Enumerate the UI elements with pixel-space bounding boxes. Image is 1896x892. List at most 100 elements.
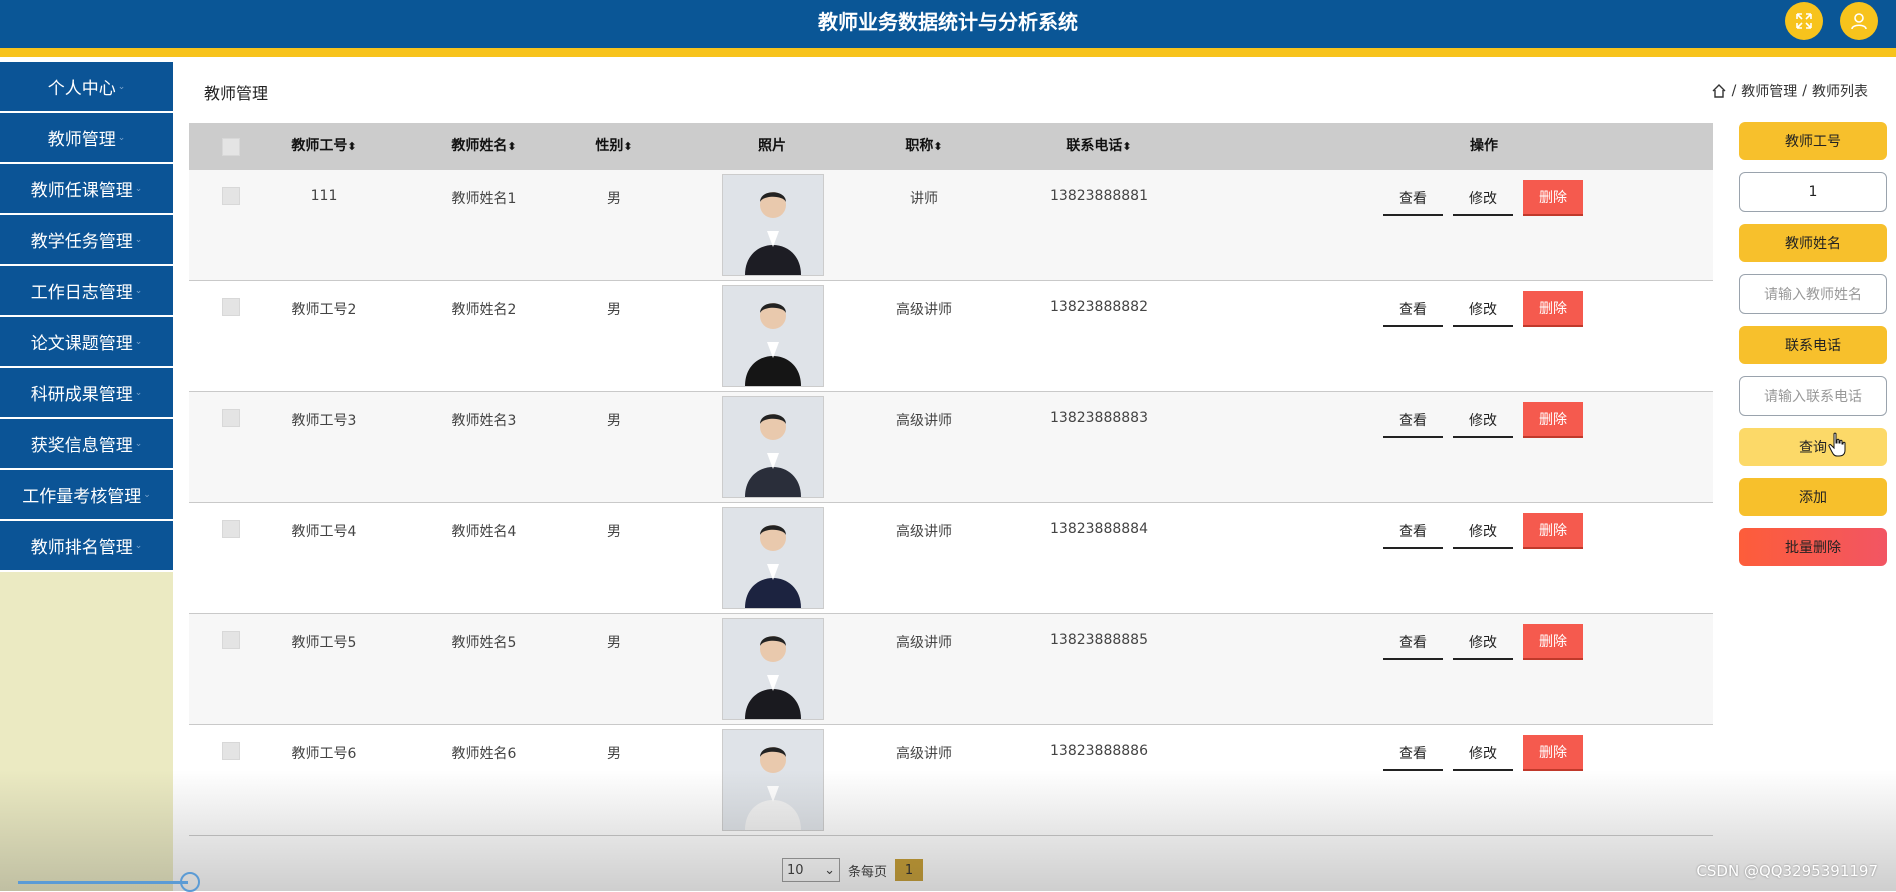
video-progress-bar[interactable]: [18, 881, 188, 884]
edit-button[interactable]: 修改: [1453, 626, 1513, 660]
cell-title: 高级讲师: [896, 635, 952, 651]
app-title: 教师业务数据统计与分析系统: [818, 10, 1078, 34]
fullscreen-button[interactable]: [1785, 2, 1823, 40]
cell-phone: 13823888881: [1050, 188, 1148, 204]
row-checkbox[interactable]: [222, 187, 240, 205]
view-button[interactable]: 查看: [1383, 182, 1443, 216]
cell-title: 高级讲师: [896, 746, 952, 762]
row-checkbox[interactable]: [222, 742, 240, 760]
cell-phone: 13823888885: [1050, 632, 1148, 648]
table-row: 111 教师姓名1 男 讲师 13823888881 查看 修改 删除: [189, 170, 1713, 281]
sidebar-item-paper-topic[interactable]: 论文课题管理 ⌄: [0, 317, 173, 368]
phone-input[interactable]: 请输入联系电话: [1739, 376, 1887, 416]
sidebar-item-teacher-ranking[interactable]: 教师排名管理 ⌄: [0, 521, 173, 572]
teacher-id-input[interactable]: 1: [1739, 172, 1887, 212]
view-button[interactable]: 查看: [1383, 626, 1443, 660]
add-button[interactable]: 添加: [1739, 478, 1887, 516]
sidebar-item-label: 论文课题管理: [30, 334, 133, 354]
teacher-photo: [722, 285, 824, 387]
table-row: 教师工号3 教师姓名3 男 高级讲师 13823888883 查看 修改 删除: [189, 392, 1713, 503]
teacher-name-input[interactable]: 请输入教师姓名: [1739, 274, 1887, 314]
column-header-title[interactable]: 职称⬍: [879, 123, 969, 170]
breadcrumb-separator: /: [1731, 83, 1737, 99]
teacher-photo: [722, 396, 824, 498]
sidebar-item-label: 教师排名管理: [30, 538, 133, 558]
select-all-checkbox[interactable]: [222, 138, 240, 156]
home-icon[interactable]: [1711, 83, 1727, 99]
column-header-id[interactable]: 教师工号⬍: [269, 123, 379, 170]
column-header-name[interactable]: 教师姓名⬍: [429, 123, 539, 170]
cell-teacher-name: 教师姓名6: [451, 746, 517, 762]
sort-icon: ⬍: [1122, 140, 1132, 153]
chevron-down-icon: ⌄: [134, 234, 143, 245]
teacher-photo: [722, 729, 824, 831]
chevron-down-icon: ⌄: [134, 387, 143, 398]
sidebar-item-teacher-management[interactable]: 教师管理 ⌄: [0, 113, 173, 164]
sidebar-item-label: 工作量考核管理: [22, 487, 142, 507]
view-button[interactable]: 查看: [1383, 737, 1443, 771]
edit-button[interactable]: 修改: [1453, 182, 1513, 216]
cell-teacher-name: 教师姓名4: [451, 524, 517, 540]
chevron-down-icon: ⌄: [134, 183, 143, 194]
user-button[interactable]: [1840, 2, 1878, 40]
sidebar-item-work-log[interactable]: 工作日志管理 ⌄: [0, 266, 173, 317]
page-size-select[interactable]: 10 ⌄: [782, 858, 840, 882]
row-checkbox[interactable]: [222, 631, 240, 649]
sidebar-item-label: 教学任务管理: [30, 232, 133, 252]
sidebar-item-workload-assessment[interactable]: 工作量考核管理 ⌄: [0, 470, 173, 521]
breadcrumb-item[interactable]: 教师管理: [1741, 81, 1797, 101]
table-row: 教师工号4 教师姓名4 男 高级讲师 13823888884 查看 修改 删除: [189, 503, 1713, 614]
teacher-photo: [722, 507, 824, 609]
sidebar-item-teaching-course[interactable]: 教师任课管理 ⌄: [0, 164, 173, 215]
table-body: 111 教师姓名1 男讲师 13823888881 查看 修改 删除 教师工号2 教师姓名2 男高…: [189, 170, 1713, 836]
cell-gender: 男: [607, 302, 621, 318]
video-progress-knob[interactable]: [180, 872, 200, 892]
breadcrumb-separator: /: [1802, 83, 1807, 99]
portrait-image: [723, 397, 823, 497]
per-page-label: 条每页: [848, 864, 888, 880]
chevron-down-icon: ⌄: [134, 540, 143, 551]
batch-delete-button[interactable]: 批量删除: [1739, 528, 1887, 566]
edit-button[interactable]: 修改: [1453, 404, 1513, 438]
delete-button[interactable]: 删除: [1523, 513, 1583, 549]
sort-icon: ⬍: [507, 140, 517, 153]
view-button[interactable]: 查看: [1383, 404, 1443, 438]
column-header-gender[interactable]: 性别⬍: [579, 123, 649, 170]
cell-teacher-id: 教师工号5: [291, 635, 357, 651]
sidebar: 个人中心 ⌄ 教师管理 ⌄ 教师任课管理 ⌄ 教学任务管理 ⌄ 工作日志管理 ⌄ 论文课题…: [0, 62, 173, 891]
edit-button[interactable]: 修改: [1453, 515, 1513, 549]
edit-button[interactable]: 修改: [1453, 737, 1513, 771]
cell-teacher-name: 教师姓名2: [451, 302, 517, 318]
cell-teacher-id: 教师工号6: [291, 746, 357, 762]
column-header-phone[interactable]: 联系电话⬍: [1039, 123, 1159, 170]
chevron-down-icon: ⌄: [824, 862, 835, 878]
cell-teacher-id: 教师工号4: [291, 524, 357, 540]
delete-button[interactable]: 删除: [1523, 402, 1583, 438]
portrait-image: [723, 508, 823, 608]
sidebar-item-teaching-task[interactable]: 教学任务管理 ⌄: [0, 215, 173, 266]
sort-icon: ⬍: [933, 140, 943, 153]
view-button[interactable]: 查看: [1383, 293, 1443, 327]
cell-gender: 男: [607, 524, 621, 540]
cell-teacher-name: 教师姓名3: [451, 413, 517, 429]
teacher-table: 教师工号⬍ 教师姓名⬍ 性别⬍ 照片 职称⬍ 联系电话⬍ 操作 111 教师姓名1…: [189, 123, 1713, 836]
sidebar-item-research-results[interactable]: 科研成果管理 ⌄: [0, 368, 173, 419]
cell-gender: 男: [607, 191, 621, 207]
delete-button[interactable]: 删除: [1523, 180, 1583, 216]
page-number-current[interactable]: 1: [895, 859, 924, 881]
sidebar-item-awards[interactable]: 获奖信息管理 ⌄: [0, 419, 173, 470]
delete-button[interactable]: 删除: [1523, 624, 1583, 660]
sidebar-item-personal-center[interactable]: 个人中心 ⌄: [0, 62, 173, 113]
teacher-id-label: 教师工号: [1739, 122, 1887, 160]
view-button[interactable]: 查看: [1383, 515, 1443, 549]
row-checkbox[interactable]: [222, 520, 240, 538]
cell-teacher-id: 111: [310, 188, 338, 204]
table-row: 教师工号6 教师姓名6 男 高级讲师 13823888886 查看 修改 删除: [189, 725, 1713, 836]
row-checkbox[interactable]: [222, 298, 240, 316]
chevron-down-icon: ⌄: [134, 285, 143, 296]
row-checkbox[interactable]: [222, 409, 240, 427]
search-button[interactable]: 查询: [1739, 428, 1887, 466]
delete-button[interactable]: 删除: [1523, 291, 1583, 327]
delete-button[interactable]: 删除: [1523, 735, 1583, 771]
edit-button[interactable]: 修改: [1453, 293, 1513, 327]
